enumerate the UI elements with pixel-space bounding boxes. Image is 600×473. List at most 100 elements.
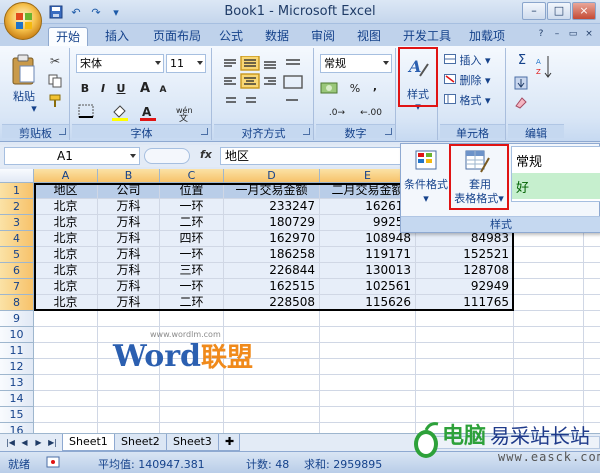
row-header-11[interactable]: 11 bbox=[0, 343, 34, 359]
grid-cell[interactable] bbox=[224, 407, 320, 423]
grid-cell[interactable] bbox=[98, 407, 160, 423]
cell-style-good[interactable]: 好 bbox=[512, 173, 600, 199]
row-header-12[interactable]: 12 bbox=[0, 359, 34, 375]
row-header-3[interactable]: 3 bbox=[0, 215, 34, 231]
grid-cell[interactable] bbox=[584, 279, 600, 295]
dialog-launcher-icon[interactable] bbox=[59, 128, 66, 135]
decrease-decimal-button[interactable]: ←.00 bbox=[356, 104, 386, 122]
cut-icon[interactable]: ✂ bbox=[50, 54, 60, 68]
row-header-16[interactable]: 16 bbox=[0, 423, 34, 433]
tab-view[interactable]: 视图 bbox=[350, 27, 388, 46]
format-cells-button[interactable]: 格式 ▾ bbox=[444, 94, 504, 107]
currency-icon[interactable] bbox=[320, 80, 342, 96]
percent-button[interactable]: % bbox=[346, 80, 364, 98]
dialog-launcher-icon[interactable] bbox=[385, 128, 392, 135]
grid-cell[interactable] bbox=[160, 311, 224, 327]
autosum-button[interactable]: Σ bbox=[512, 54, 532, 67]
macro-record-icon[interactable] bbox=[46, 455, 60, 472]
row-header-8[interactable]: 8 bbox=[0, 295, 34, 311]
maximize-button[interactable]: □ bbox=[547, 2, 571, 20]
border-icon[interactable] bbox=[78, 104, 96, 120]
grid-cell[interactable] bbox=[34, 327, 98, 343]
grid-cell[interactable] bbox=[98, 423, 160, 433]
grid-cell[interactable] bbox=[224, 311, 320, 327]
prev-sheet-icon[interactable]: ◀ bbox=[18, 436, 31, 449]
grid-cell[interactable] bbox=[514, 295, 584, 311]
grid-cell[interactable] bbox=[514, 343, 584, 359]
sheet-tab-3[interactable]: Sheet3 bbox=[166, 434, 219, 451]
font-size-combo[interactable]: 11 bbox=[166, 54, 206, 73]
alignment-buttons-icon[interactable] bbox=[220, 56, 306, 110]
comma-button[interactable]: , bbox=[366, 78, 384, 96]
grid-cell[interactable] bbox=[34, 391, 98, 407]
grid-cell[interactable] bbox=[416, 391, 514, 407]
font-name-combo[interactable]: 宋体 bbox=[76, 54, 164, 73]
insert-sheet-icon[interactable]: ✚ bbox=[218, 434, 240, 451]
grid-cell[interactable] bbox=[514, 247, 584, 263]
grid-cell[interactable] bbox=[160, 407, 224, 423]
increase-decimal-button[interactable]: .0→ bbox=[322, 104, 352, 122]
grid-cell[interactable] bbox=[514, 375, 584, 391]
select-all-corner[interactable] bbox=[0, 169, 34, 183]
grid-cell[interactable] bbox=[416, 327, 514, 343]
row-header-5[interactable]: 5 bbox=[0, 247, 34, 263]
grid-cell[interactable] bbox=[224, 375, 320, 391]
dialog-launcher-icon[interactable] bbox=[201, 128, 208, 135]
column-header-B[interactable]: B bbox=[98, 169, 160, 183]
grid-cell[interactable] bbox=[514, 359, 584, 375]
grid-cell[interactable] bbox=[584, 327, 600, 343]
format-painter-icon[interactable] bbox=[48, 94, 62, 108]
tab-review[interactable]: 审阅 bbox=[304, 27, 342, 46]
grid-cell[interactable] bbox=[98, 391, 160, 407]
shrink-font-button[interactable]: A bbox=[154, 81, 172, 99]
grid-cell[interactable] bbox=[320, 343, 416, 359]
grid-cell[interactable] bbox=[514, 391, 584, 407]
grid-cell[interactable] bbox=[34, 311, 98, 327]
column-header-D[interactable]: D bbox=[224, 169, 320, 183]
grid-cell[interactable] bbox=[98, 311, 160, 327]
grid-cell[interactable] bbox=[416, 343, 514, 359]
grid-cell[interactable] bbox=[320, 375, 416, 391]
grid-cell[interactable] bbox=[320, 359, 416, 375]
clear-icon[interactable] bbox=[514, 96, 528, 110]
minimize-button[interactable]: – bbox=[522, 2, 546, 20]
doc-restore-icon[interactable]: ▭ bbox=[566, 28, 580, 42]
grid-cell[interactable] bbox=[514, 327, 584, 343]
grid-cell[interactable] bbox=[416, 359, 514, 375]
grid-cell[interactable] bbox=[34, 423, 98, 433]
row-header-13[interactable]: 13 bbox=[0, 375, 34, 391]
fill-icon[interactable] bbox=[514, 76, 528, 90]
grid-cell[interactable] bbox=[320, 391, 416, 407]
fill-color-icon[interactable] bbox=[110, 104, 130, 122]
grid-cell[interactable] bbox=[514, 311, 584, 327]
next-sheet-icon[interactable]: ▶ bbox=[32, 436, 45, 449]
grid-cell[interactable] bbox=[320, 327, 416, 343]
grid-cell[interactable] bbox=[584, 247, 600, 263]
grid-cell[interactable] bbox=[34, 359, 98, 375]
font-color-icon[interactable]: A bbox=[138, 104, 158, 122]
row-header-7[interactable]: 7 bbox=[0, 279, 34, 295]
delete-cells-button[interactable]: 删除 ▾ bbox=[444, 74, 504, 87]
sheet-tab-2[interactable]: Sheet2 bbox=[114, 434, 167, 451]
grid-cell[interactable] bbox=[514, 263, 584, 279]
grid-cell[interactable] bbox=[160, 375, 224, 391]
grid-cell[interactable] bbox=[584, 391, 600, 407]
grid-cell[interactable] bbox=[514, 231, 584, 247]
row-header-6[interactable]: 6 bbox=[0, 263, 34, 279]
phonetic-icon[interactable]: wén文 bbox=[174, 104, 198, 122]
row-header-1[interactable]: 1 bbox=[0, 183, 34, 199]
tab-addins[interactable]: 加载项 bbox=[462, 27, 512, 46]
name-box[interactable]: A1 bbox=[4, 147, 140, 165]
row-header-15[interactable]: 15 bbox=[0, 407, 34, 423]
row-header-4[interactable]: 4 bbox=[0, 231, 34, 247]
tab-developer[interactable]: 开发工具 bbox=[396, 27, 458, 46]
copy-icon[interactable] bbox=[48, 74, 62, 88]
row-header-14[interactable]: 14 bbox=[0, 391, 34, 407]
insert-cells-button[interactable]: 插入 ▾ bbox=[444, 54, 504, 67]
help-icon[interactable]: ? bbox=[534, 28, 548, 42]
formula-splitter[interactable] bbox=[144, 148, 190, 164]
tab-page-layout[interactable]: 页面布局 bbox=[146, 27, 208, 46]
office-button[interactable] bbox=[4, 2, 42, 40]
paste-icon[interactable] bbox=[10, 54, 38, 86]
grid-cell[interactable] bbox=[584, 231, 600, 247]
